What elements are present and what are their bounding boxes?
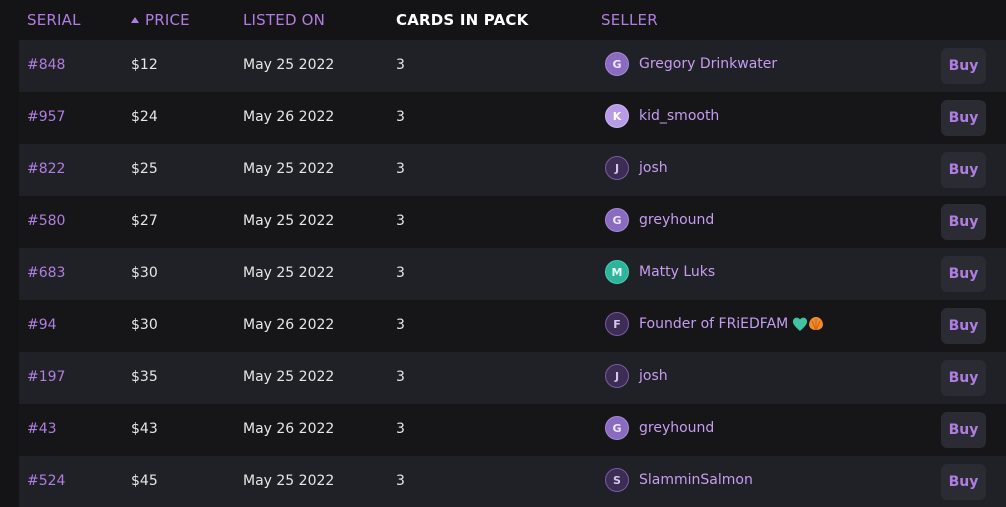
cards-in-pack-cell: 3 [396,473,405,489]
price-cell: $24 [131,109,158,125]
seller-name[interactable]: josh [639,160,668,176]
table-row: #683 $30 May 25 2022 3 M Matty Luks Buy [19,248,1006,300]
seller-avatar[interactable]: J [605,364,629,388]
buy-button[interactable]: Buy [941,412,986,448]
seller-cell[interactable]: F Founder of FRiEDFAM [605,312,824,336]
cards-in-pack-cell: 3 [396,57,405,73]
orange-shell-emoji [809,317,824,331]
price-cell: $45 [131,473,158,489]
buy-button[interactable]: Buy [941,360,986,396]
table-row: #94 $30 May 26 2022 3 F Founder of FRiED… [19,300,1006,352]
column-header-serial[interactable]: SERIAL [27,11,81,29]
listed-on-cell: May 26 2022 [243,317,335,333]
price-cell: $30 [131,265,158,281]
listed-on-cell: May 25 2022 [243,57,335,73]
column-header-price-label: PRICE [145,11,190,29]
table-row: #524 $45 May 25 2022 3 S SlamminSalmon B… [19,456,1006,507]
cards-in-pack-cell: 3 [396,161,405,177]
seller-avatar[interactable]: F [605,312,629,336]
price-cell: $27 [131,213,158,229]
column-header-price[interactable]: PRICE [131,11,190,29]
price-cell: $35 [131,369,158,385]
seller-cell[interactable]: J josh [605,364,668,388]
seller-cell[interactable]: M Matty Luks [605,260,715,284]
cards-in-pack-cell: 3 [396,369,405,385]
seller-cell[interactable]: J josh [605,156,668,180]
seller-cell[interactable]: G greyhound [605,416,714,440]
serial-cell[interactable]: #957 [27,109,65,125]
seller-avatar[interactable]: M [605,260,629,284]
table-row: #957 $24 May 26 2022 3 K kid_smooth Buy [19,92,1006,144]
table-header: SERIAL PRICE LISTED ON CARDS IN PACK SEL… [0,0,1006,40]
seller-name[interactable]: Founder of FRiEDFAM [639,316,788,332]
cards-in-pack-cell: 3 [396,265,405,281]
seller-avatar[interactable]: G [605,52,629,76]
seller-cell[interactable]: G greyhound [605,208,714,232]
serial-cell[interactable]: #580 [27,213,65,229]
serial-cell[interactable]: #43 [27,421,57,437]
seller-avatar[interactable]: J [605,156,629,180]
price-cell: $25 [131,161,158,177]
listings-table: SERIAL PRICE LISTED ON CARDS IN PACK SEL… [0,0,1006,507]
listed-on-cell: May 25 2022 [243,265,335,281]
seller-avatar[interactable]: G [605,416,629,440]
cards-in-pack-cell: 3 [396,109,405,125]
seller-name[interactable]: SlamminSalmon [639,472,753,488]
listed-on-cell: May 26 2022 [243,109,335,125]
table-row: #43 $43 May 26 2022 3 G greyhound Buy [19,404,1006,456]
table-row: #580 $27 May 25 2022 3 G greyhound Buy [19,196,1006,248]
serial-cell[interactable]: #94 [27,317,57,333]
buy-button[interactable]: Buy [941,256,986,292]
buy-button[interactable]: Buy [941,100,986,136]
buy-button[interactable]: Buy [941,152,986,188]
table-row: #848 $12 May 25 2022 3 G Gregory Drinkwa… [19,40,1006,92]
buy-button[interactable]: Buy [941,204,986,240]
green-heart-emoji [793,317,824,331]
buy-button[interactable]: Buy [941,308,986,344]
serial-cell[interactable]: #683 [27,265,65,281]
serial-cell[interactable]: #524 [27,473,65,489]
listed-on-cell: May 25 2022 [243,213,335,229]
listed-on-cell: May 25 2022 [243,161,335,177]
cards-in-pack-cell: 3 [396,317,405,333]
seller-name[interactable]: Gregory Drinkwater [639,56,777,72]
serial-cell[interactable]: #822 [27,161,65,177]
seller-cell[interactable]: G Gregory Drinkwater [605,52,777,76]
cards-in-pack-cell: 3 [396,421,405,437]
listed-on-cell: May 25 2022 [243,369,335,385]
table-row: #822 $25 May 25 2022 3 J josh Buy [19,144,1006,196]
price-cell: $30 [131,317,158,333]
seller-name[interactable]: kid_smooth [639,108,719,124]
serial-cell[interactable]: #197 [27,369,65,385]
seller-name[interactable]: greyhound [639,212,714,228]
serial-cell[interactable]: #848 [27,57,65,73]
seller-avatar[interactable]: K [605,104,629,128]
column-header-cards-in-pack[interactable]: CARDS IN PACK [396,11,528,29]
column-header-listed-on[interactable]: LISTED ON [243,11,325,29]
seller-name[interactable]: greyhound [639,420,714,436]
seller-cell[interactable]: K kid_smooth [605,104,719,128]
buy-button[interactable]: Buy [941,464,986,500]
table-row: #197 $35 May 25 2022 3 J josh Buy [19,352,1006,404]
listed-on-cell: May 26 2022 [243,421,335,437]
seller-name[interactable]: josh [639,368,668,384]
column-header-seller[interactable]: SELLER [601,11,658,29]
sort-up-icon [131,17,139,23]
price-cell: $12 [131,57,158,73]
cards-in-pack-cell: 3 [396,213,405,229]
seller-avatar[interactable]: S [605,468,629,492]
seller-cell[interactable]: S SlamminSalmon [605,468,753,492]
price-cell: $43 [131,421,158,437]
seller-badge-emojis [792,315,824,333]
seller-name[interactable]: Matty Luks [639,264,715,280]
buy-button[interactable]: Buy [941,48,986,84]
listed-on-cell: May 25 2022 [243,473,335,489]
seller-avatar[interactable]: G [605,208,629,232]
